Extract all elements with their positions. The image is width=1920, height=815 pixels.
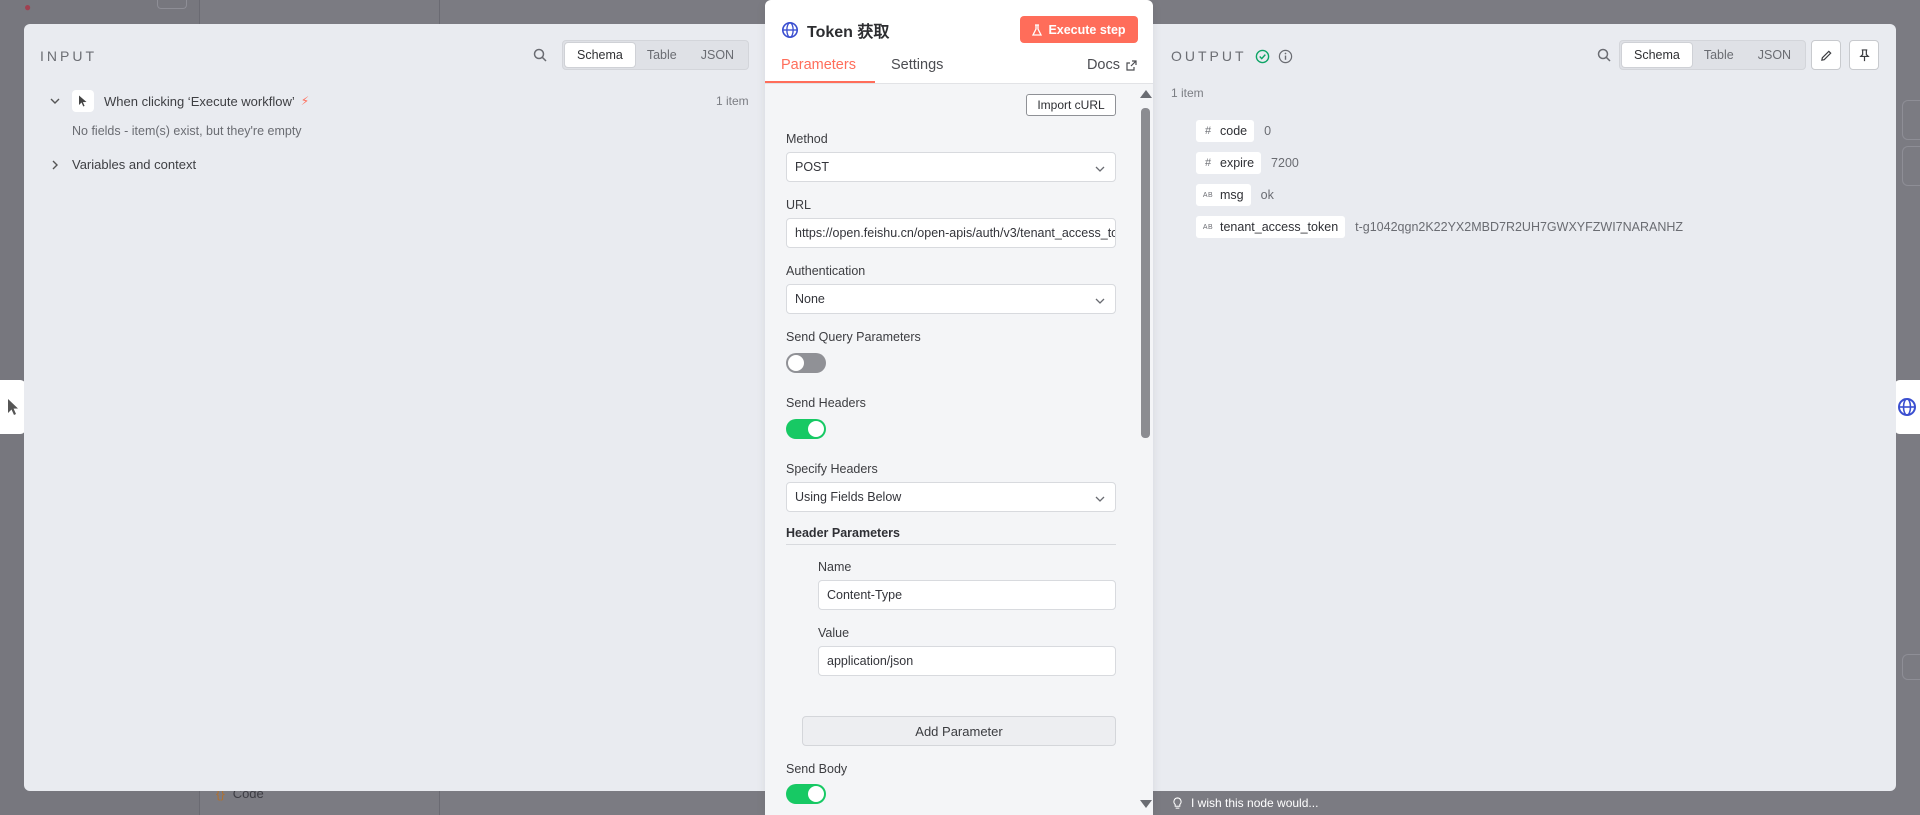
side-box — [1902, 146, 1920, 186]
scroll-up-arrow[interactable] — [1140, 90, 1152, 98]
back-to-canvas-tab[interactable] — [0, 380, 26, 434]
external-link-icon — [1126, 59, 1137, 71]
output-view-json[interactable]: JSON — [1746, 43, 1803, 67]
output-item-count: 1 item — [1171, 86, 1204, 100]
trigger-row[interactable]: When clicking ‘Execute workflow’ ⚡ — [48, 90, 309, 112]
string-type-icon: AB — [1202, 223, 1214, 231]
number-type-icon: # — [1204, 125, 1212, 137]
url-label: URL — [786, 198, 812, 212]
pin-icon — [1858, 48, 1870, 61]
output-view-switcher: Schema Table JSON — [1619, 40, 1807, 70]
send-query-toggle[interactable] — [786, 353, 826, 373]
parameters-form: Import cURL Method POST URL https://open… — [765, 84, 1153, 815]
field-key-pill[interactable]: # code — [1196, 120, 1255, 142]
header-value-input[interactable]: application/json — [818, 646, 1116, 676]
output-field-row: # code 0 — [1196, 120, 1271, 142]
url-input[interactable]: https://open.feishu.cn/open-apis/auth/v3… — [786, 218, 1116, 248]
empty-fields-note: No fields - item(s) exist, but they're e… — [72, 124, 302, 138]
field-value: 7200 — [1271, 156, 1299, 170]
search-icon[interactable] — [1595, 46, 1613, 64]
info-icon[interactable] — [1278, 49, 1293, 64]
pin-output-button[interactable] — [1849, 40, 1879, 70]
output-heading: OUTPUT — [1171, 48, 1293, 64]
pencil-icon — [1820, 49, 1832, 61]
lightning-icon: ⚡ — [300, 94, 310, 108]
field-value: 0 — [1264, 124, 1272, 138]
send-headers-label: Send Headers — [786, 396, 866, 410]
input-heading: INPUT — [40, 48, 97, 64]
output-view-table[interactable]: Table — [1692, 43, 1746, 67]
feedback-prompt[interactable]: I wish this node would... — [1172, 796, 1318, 810]
field-key-pill[interactable]: AB msg — [1196, 184, 1251, 206]
header-name-input[interactable]: Content-Type — [818, 580, 1116, 610]
sidebar-collapse-button — [157, 0, 187, 9]
send-query-label: Send Query Parameters — [786, 330, 921, 344]
field-key-pill[interactable]: AB tenant_access_token — [1196, 216, 1346, 238]
node-title: Token 获取 — [781, 18, 889, 42]
field-key-pill[interactable]: # expire — [1196, 152, 1262, 174]
field-value: ok — [1260, 188, 1274, 202]
input-view-table[interactable]: Table — [635, 43, 689, 67]
chevron-down-icon — [1095, 293, 1105, 307]
chevron-down-icon — [48, 98, 62, 104]
header-parameters-heading: Header Parameters — [786, 526, 1116, 545]
execute-step-button[interactable]: Execute step — [1020, 16, 1138, 43]
import-curl-button[interactable]: Import cURL — [1026, 94, 1116, 116]
trigger-item-count: 1 item — [716, 94, 749, 108]
input-view-schema[interactable]: Schema — [565, 43, 635, 67]
tab-parameters[interactable]: Parameters — [781, 57, 856, 73]
header-value-label: Value — [818, 626, 850, 640]
lightbulb-icon — [1173, 796, 1182, 809]
output-view-schema[interactable]: Schema — [1622, 43, 1692, 67]
globe-icon — [781, 21, 799, 39]
send-headers-toggle[interactable] — [786, 419, 826, 439]
string-type-icon: AB — [1202, 191, 1214, 199]
side-box — [1902, 100, 1920, 140]
method-label: Method — [786, 132, 828, 146]
send-body-label: Send Body — [786, 762, 848, 776]
success-check-icon — [1255, 49, 1269, 63]
output-field-row: AB tenant_access_token t-g1042qgn2K22YX2M… — [1196, 216, 1683, 238]
active-tab-indicator — [765, 81, 875, 83]
number-type-icon: # — [1204, 157, 1212, 169]
search-icon[interactable] — [531, 46, 549, 64]
input-view-switcher: Schema Table JSON — [562, 40, 750, 70]
authentication-label: Authentication — [786, 264, 866, 278]
chevron-down-icon — [1095, 491, 1105, 505]
trigger-label: When clicking ‘Execute workflow’ — [104, 93, 295, 109]
specify-headers-label: Specify Headers — [786, 462, 878, 476]
node-parameters-panel: Token 获取 Execute step Parameters Setting… — [765, 0, 1153, 815]
side-box — [1902, 654, 1920, 680]
method-select[interactable]: POST — [786, 152, 1116, 182]
tab-settings[interactable]: Settings — [891, 57, 943, 73]
tab-docs[interactable]: Docs — [1087, 57, 1137, 73]
authentication-select[interactable]: None — [786, 284, 1116, 314]
scrollbar-thumb[interactable] — [1141, 108, 1150, 438]
cursor-icon — [8, 399, 18, 415]
field-value: t-g1042qgn2K22YX2MBD7R2UH7GWXYFZWI7NARAN… — [1355, 220, 1684, 234]
edit-output-button[interactable] — [1811, 40, 1841, 70]
node-title-text: Token 获取 — [807, 24, 890, 41]
send-body-toggle[interactable] — [786, 784, 826, 804]
output-field-row: AB msg ok — [1196, 184, 1274, 206]
input-panel: INPUT Schema Table JSON When clicking ‘E… — [24, 24, 765, 791]
node-tabs: Parameters Settings Docs — [765, 52, 1153, 84]
header-name-label: Name — [818, 560, 852, 574]
app-logo: ● — [24, 0, 32, 14]
variables-label: Variables and context — [72, 157, 197, 172]
scroll-down-arrow[interactable] — [1140, 800, 1152, 808]
flask-icon — [1032, 23, 1043, 36]
chevron-down-icon — [1095, 161, 1105, 175]
next-node-tab[interactable] — [1894, 380, 1920, 434]
globe-icon — [1898, 398, 1916, 416]
chevron-right-icon — [48, 160, 62, 170]
cursor-icon — [72, 90, 94, 112]
output-field-row: # expire 7200 — [1196, 152, 1299, 174]
specify-headers-select[interactable]: Using Fields Below — [786, 482, 1116, 512]
variables-row[interactable]: Variables and context — [48, 157, 196, 172]
add-parameter-button[interactable]: Add Parameter — [802, 716, 1116, 746]
input-view-json[interactable]: JSON — [689, 43, 746, 67]
output-panel: OUTPUT Schema Table JSON 1 item # code 0 … — [1153, 24, 1896, 791]
